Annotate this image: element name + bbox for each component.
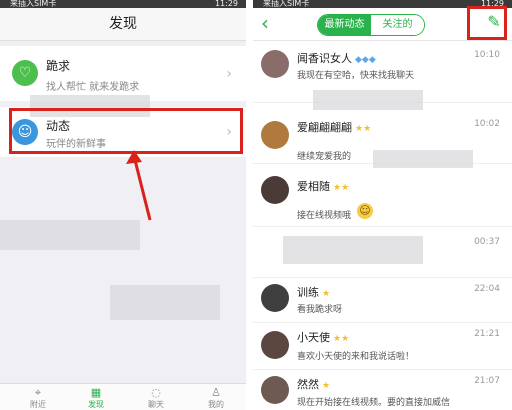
grid-icon: ▦ <box>90 386 102 399</box>
feed-time: 10:02 <box>474 119 500 129</box>
tab-label: 附近 <box>30 400 46 409</box>
feed-time: 21:21 <box>474 329 500 339</box>
star-badge-icon: ★★ <box>333 183 350 193</box>
location-icon: ⌖ <box>34 386 42 399</box>
feed-time: 22:04 <box>474 284 500 294</box>
tab-label: 发现 <box>88 400 104 409</box>
menu-item-subtitle: 找人帮忙 就来发跪求 <box>46 82 140 93</box>
feed-item[interactable]: 爱相随 ★★ 接在线视频哦 ☺ <box>253 164 512 227</box>
clock: 11:29 <box>214 0 238 8</box>
feed-user-name: 然然 ★ <box>297 378 331 391</box>
star-badge-icon: ★★ <box>333 334 350 344</box>
tab-discover[interactable]: ▦ 发现 <box>66 384 126 410</box>
chat-icon: ◌ <box>151 386 161 399</box>
discover-screen: 来插入SIM卡 11:29 发现 ♡ 跪求 找人帮忙 就来发跪求 › ☺ 动态 … <box>0 0 246 410</box>
page-title: 发现 <box>0 8 246 41</box>
mosaic-blur <box>283 236 423 264</box>
feed-time: 21:07 <box>474 376 500 386</box>
feed-segment-control: 最新动态 关注的 <box>317 14 425 36</box>
feed-user-name: 闻香识女人 ◆◆◆ <box>297 52 376 65</box>
tab-following[interactable]: 关注的 <box>371 15 424 35</box>
feed-user-name: 小天使 ★★ <box>297 331 350 344</box>
feed-time: 10:10 <box>474 50 500 60</box>
tab-chat[interactable]: ◌ 聊天 <box>126 384 186 410</box>
avatar <box>261 376 289 404</box>
avatar <box>261 121 289 149</box>
feed-item[interactable]: 然然 ★ 现在开始接在线视频。要的直接加威信 21:07 <box>253 370 512 410</box>
feed-message: 看我跪求呀 <box>297 305 343 315</box>
feed-user-name: 爱相随 ★★ <box>297 180 350 193</box>
smiley-emoji-icon: ☺ <box>357 203 373 219</box>
feed-user-name: 训练 ★ <box>297 286 331 299</box>
avatar <box>261 176 289 204</box>
carrier-text: 来插入SIM卡 <box>10 0 57 8</box>
tab-mine[interactable]: ♙ 我的 <box>186 384 246 410</box>
avatar <box>261 50 289 78</box>
mosaic-blur <box>110 285 220 320</box>
avatar <box>261 331 289 359</box>
feed-item[interactable]: 小天使 ★★ 喜欢小天使的来和我说话啦！ 21:21 <box>253 323 512 370</box>
feed-item[interactable]: 训练 ★ 看我跪求呀 22:04 <box>253 278 512 323</box>
tab-latest[interactable]: 最新动态 <box>318 15 371 35</box>
carrier-text: 来插入SIM卡 <box>263 0 310 8</box>
status-bar: 来插入SIM卡 11:29 <box>0 0 246 8</box>
tab-label: 我的 <box>208 400 224 409</box>
feed-user-name: 爱翩翩翩翩 ★★ <box>297 121 372 134</box>
moments-screen: 来插入SIM卡 11:29 ‹ 最新动态 关注的 ✎ 闻香识女人 ◆◆◆ 我现在有… <box>253 0 512 410</box>
heart-icon: ♡ <box>12 60 38 86</box>
feed-message: 喜欢小天使的来和我说话啦！ <box>297 352 415 362</box>
person-icon: ♙ <box>211 386 221 399</box>
chevron-right-icon: › <box>226 65 232 82</box>
tab-label: 聊天 <box>148 400 164 409</box>
mosaic-blur <box>0 220 140 250</box>
mosaic-blur <box>313 90 423 110</box>
star-badge-icon: ★ <box>322 381 331 391</box>
star-badge-icon: ★★ <box>355 124 372 134</box>
bottom-tab-bar: ⌖ 附近 ▦ 发现 ◌ 聊天 ♙ 我的 <box>0 383 246 410</box>
menu-item-title: 跪求 <box>46 59 71 73</box>
feed-message: 现在开始接在线视频。要的直接加威信 <box>297 398 451 408</box>
highlight-box <box>9 108 243 154</box>
highlight-box <box>467 6 507 40</box>
feed-time: 00:37 <box>474 237 500 247</box>
feed-message: 接在线视频哦 <box>297 211 352 221</box>
tab-nearby[interactable]: ⌖ 附近 <box>8 384 68 410</box>
feed-message: 我现在有空哈，快来找我聊天 <box>297 71 415 81</box>
feed-message: 继续宠爱我的 <box>297 152 352 162</box>
star-badge-icon: ★ <box>322 289 331 299</box>
annotation-arrow-icon <box>126 150 152 221</box>
back-arrow-icon[interactable]: ‹ <box>261 12 269 34</box>
avatar <box>261 284 289 312</box>
menu-item-guiqiu[interactable]: ♡ 跪求 找人帮忙 就来发跪求 › <box>0 46 246 101</box>
diamond-badge-icon: ◆◆◆ <box>355 55 376 65</box>
mosaic-blur <box>373 150 473 168</box>
